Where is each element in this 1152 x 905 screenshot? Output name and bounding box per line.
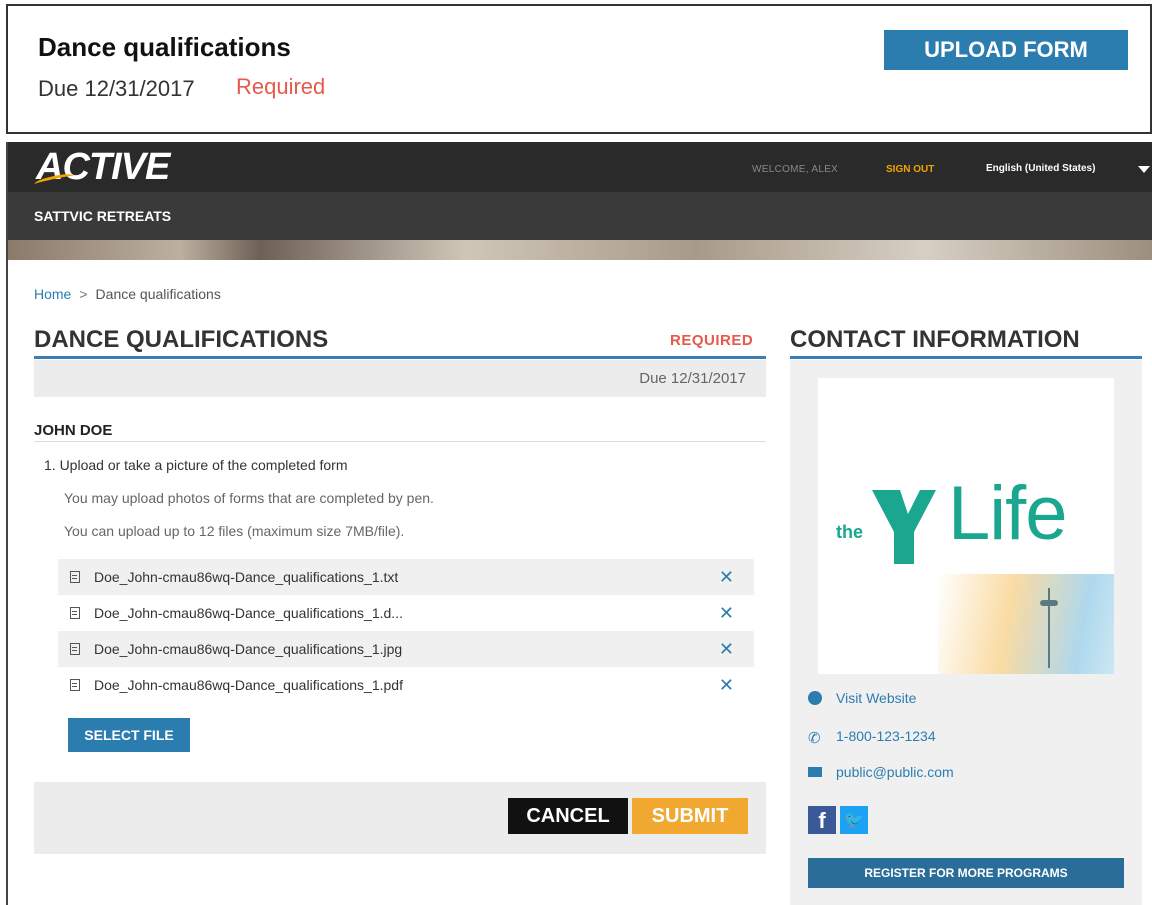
participant-divider [34,441,766,442]
form-title-divider [34,356,766,359]
register-more-programs-button[interactable]: REGISTER FOR MORE PROGRAMS [808,858,1124,888]
uploaded-file-list: Doe_John-cmau86wq-Dance_qualifications_1… [58,559,754,703]
participant-name: JOHN DOE [34,422,113,439]
language-selector[interactable]: English (United States) [986,163,1095,174]
upload-note-limit: You can upload up to 12 files (maximum s… [64,523,405,539]
step-instruction: 1. Upload or take a picture of the compl… [44,457,348,473]
website-link[interactable]: Visit Website [808,690,916,706]
file-name: Doe_John-cmau86wq-Dance_qualifications_1… [94,605,403,621]
org-name[interactable]: SATTVIC RETREATS [34,208,171,224]
website-label: Visit Website [836,690,917,706]
cancel-button[interactable]: CANCEL [508,798,628,834]
ymca-logo: the Life [818,378,1114,674]
form-required-badge: REQUIRED [670,332,754,349]
social-links: f 🐦 [808,806,868,834]
site-header [8,142,1152,192]
form-title: DANCE QUALIFICATIONS [34,326,329,353]
caret-down-icon[interactable] [1138,166,1150,173]
email-link[interactable]: public@public.com [808,764,954,780]
ymca-y-icon [872,490,936,564]
logo-life-text: Life [948,471,1068,556]
breadcrumb-separator: > [79,286,88,302]
assignment-required-badge: Required [236,74,326,99]
logo-the-text: the [836,522,863,542]
banner-image [8,240,1152,260]
remove-file-icon[interactable]: ✕ [719,675,734,696]
breadcrumb: Home > Dance qualifications [34,286,221,302]
globe-icon [808,691,822,705]
form-due-date: Due 12/31/2017 [639,370,746,387]
assignment-card: Dance qualifications Due 12/31/2017 Requ… [6,4,1152,134]
contact-title: CONTACT INFORMATION [790,326,1080,353]
space-needle-top-graphic [1040,600,1058,606]
assignment-title: Dance qualifications [38,32,291,62]
file-row: Doe_John-cmau86wq-Dance_qualifications_1… [58,667,754,703]
twitter-icon[interactable]: 🐦 [840,806,868,834]
file-icon [70,571,80,583]
upload-form-button[interactable]: UPLOAD FORM [884,30,1128,70]
submit-button[interactable]: SUBMIT [632,798,748,834]
file-icon [70,607,80,619]
file-row: Doe_John-cmau86wq-Dance_qualifications_1… [58,559,754,595]
active-page-frame: ACTIVE WELCOME, ALEX SIGN OUT English (U… [6,142,1152,905]
remove-file-icon[interactable]: ✕ [719,603,734,624]
sign-out-link[interactable]: SIGN OUT [886,164,934,175]
select-file-button[interactable]: SELECT FILE [68,718,190,752]
remove-file-icon[interactable]: ✕ [719,639,734,660]
file-name: Doe_John-cmau86wq-Dance_qualifications_1… [94,677,403,693]
file-icon [70,679,80,691]
welcome-text: WELCOME, ALEX [752,164,839,175]
breadcrumb-current: Dance qualifications [95,286,221,302]
email-address: public@public.com [836,764,954,780]
file-row: Doe_John-cmau86wq-Dance_qualifications_1… [58,631,754,667]
org-bar [8,192,1152,240]
file-name: Doe_John-cmau86wq-Dance_qualifications_1… [94,569,399,585]
remove-file-icon[interactable]: ✕ [719,567,734,588]
contact-title-divider [790,356,1142,359]
file-name: Doe_John-cmau86wq-Dance_qualifications_1… [94,641,403,657]
file-row: Doe_John-cmau86wq-Dance_qualifications_1… [58,595,754,631]
breadcrumb-home-link[interactable]: Home [34,286,71,302]
phone-link[interactable]: ✆ 1-800-123-1234 [808,728,936,747]
due-date-band: Due 12/31/2017 [34,360,766,397]
file-icon [70,643,80,655]
phone-icon: ✆ [808,730,821,747]
mail-icon [808,767,822,777]
skyline-graphic [938,574,1114,674]
upload-note-pen: You may upload photos of forms that are … [64,490,434,506]
assignment-due-date: Due 12/31/2017 [38,76,195,101]
phone-number: 1-800-123-1234 [836,728,936,744]
facebook-icon[interactable]: f [808,806,836,834]
